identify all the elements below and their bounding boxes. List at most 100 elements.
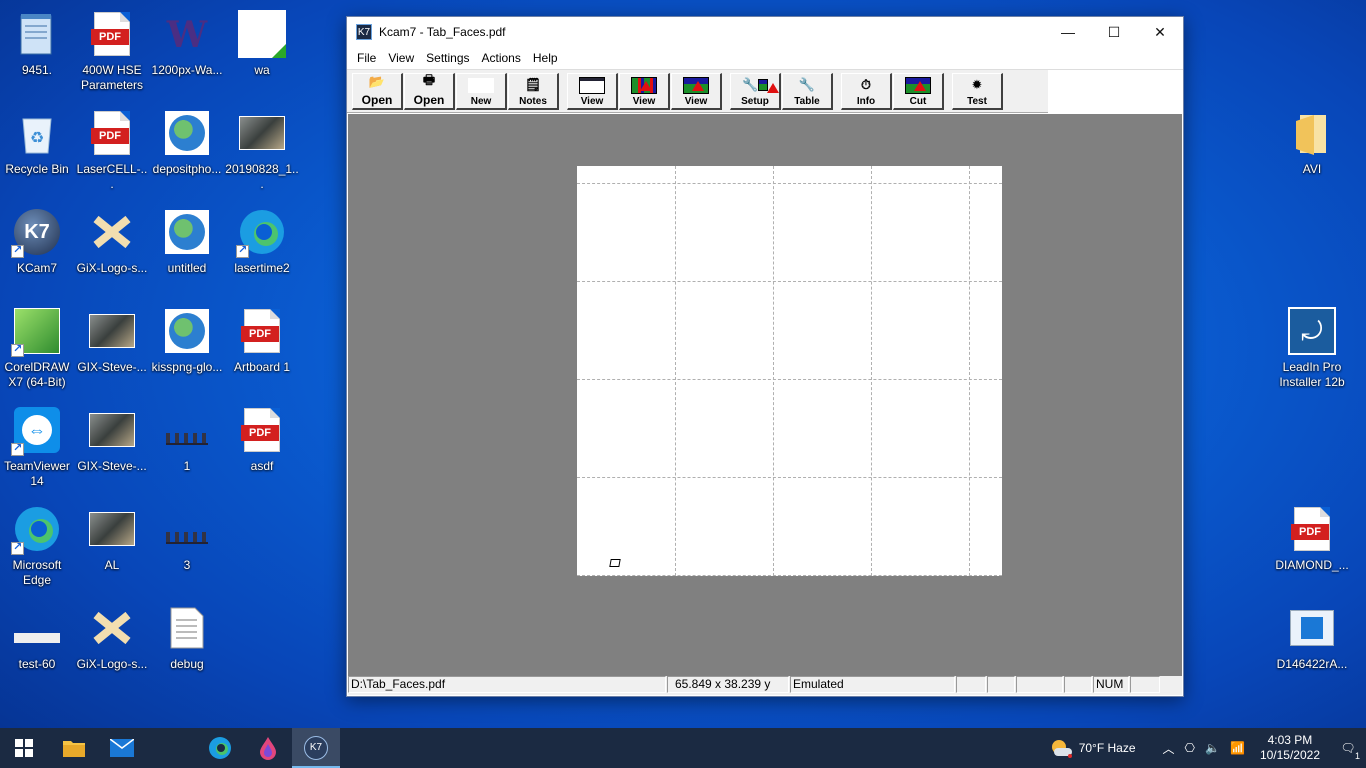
setup-button[interactable]: 🔧 Setup: [730, 72, 781, 110]
info-button[interactable]: ⏱ Info: [841, 72, 892, 110]
desktop-icon[interactable]: PDF DIAMOND_...: [1275, 499, 1349, 595]
menu-settings[interactable]: Settings: [420, 51, 475, 65]
weather-text[interactable]: 70°F Haze: [1074, 741, 1158, 755]
info-clock-icon: ⏱: [860, 77, 872, 92]
cut-image-icon: [905, 76, 931, 94]
desktop-icon[interactable]: Microsoft Edge: [0, 499, 74, 595]
new-button[interactable]: New: [456, 72, 507, 110]
table-button[interactable]: 🔧 Table: [782, 72, 833, 110]
desktop-icon[interactable]: AL: [75, 499, 149, 595]
taskbar-kcam7[interactable]: K7: [292, 728, 340, 768]
taskbar-mail[interactable]: [98, 728, 146, 768]
kcam-app-icon[interactable]: K7: [356, 24, 372, 40]
test-button[interactable]: ✹ Test: [952, 72, 1003, 110]
qr-code-icon: [238, 10, 286, 58]
desktop-icon[interactable]: 3: [150, 499, 224, 595]
menu-help[interactable]: Help: [527, 51, 564, 65]
desktop-icon[interactable]: GiX-Logo-s...: [75, 598, 149, 694]
speaker-icon[interactable]: 🔈: [1200, 741, 1225, 755]
toolbar-blank-area: [1048, 70, 1183, 113]
grid-line: [577, 477, 1002, 478]
desktop-icon[interactable]: lasertime2: [225, 202, 299, 298]
desktop-icon[interactable]: PDF Artboard 1: [225, 301, 299, 397]
desktop-icon-label: asdf: [250, 459, 274, 473]
desktop-icon-label: AVI: [1302, 162, 1322, 176]
desktop-icon-label: GiX-Logo-s...: [76, 261, 148, 275]
desktop-icon[interactable]: K7 KCam7: [0, 202, 74, 298]
weather-haze-icon[interactable]: [1050, 738, 1074, 758]
webcam-icon[interactable]: ⎔: [1180, 741, 1200, 755]
desktop-icon-label: LaserCELL-...: [76, 162, 148, 191]
desktop-icon[interactable]: ⇔ TeamViewer 14: [0, 400, 74, 496]
desktop-icon-label: 3: [183, 558, 191, 572]
desktop-icon-image: [11, 505, 61, 555]
menu-view[interactable]: View: [382, 51, 420, 65]
material-sheet[interactable]: [577, 166, 1002, 576]
desktop-icon-label: kisspng-glo...: [151, 360, 223, 374]
desktop-icon-label: DIAMOND_...: [1275, 558, 1349, 572]
maximize-button[interactable]: ☐: [1091, 17, 1137, 47]
desktop-icon[interactable]: PDF LaserCELL-...: [75, 103, 149, 199]
open-button[interactable]: 📂 Open: [352, 72, 403, 110]
desktop-icon-image: PDF: [88, 10, 136, 58]
gix-logo-icon: [93, 215, 131, 249]
taskbar-edge[interactable]: [196, 728, 244, 768]
taskbar-file-explorer[interactable]: [50, 728, 98, 768]
clock-time: 4:03 PM: [1267, 733, 1313, 747]
pdf-file-icon: PDF: [91, 111, 130, 155]
taskbar-paint[interactable]: [244, 728, 292, 768]
notifications-button[interactable]: 🗨 1: [1330, 741, 1366, 761]
clock[interactable]: 4:03 PM 10/15/2022: [1250, 733, 1330, 763]
grid-line: [577, 183, 1002, 184]
desktop-icon[interactable]: test-60: [0, 598, 74, 694]
desktop-icon-image: [88, 505, 136, 553]
desktop-icon-image: [238, 10, 286, 58]
desktop-icon-image: [163, 109, 211, 157]
desktop-icon-label: GIX-Steve-...: [77, 459, 147, 473]
desktop-icon[interactable]: PDF asdf: [225, 400, 299, 496]
view-button-2[interactable]: View: [619, 72, 670, 110]
desktop-icon[interactable]: GiX-Logo-s...: [75, 202, 149, 298]
cut-button[interactable]: Cut: [893, 72, 944, 110]
close-button[interactable]: ✕: [1137, 17, 1183, 47]
desktop-icon-image: [238, 109, 286, 157]
desktop-icon[interactable]: CorelDRAW X7 (64-Bit): [0, 301, 74, 397]
desktop-icon-label: CorelDRAW X7 (64-Bit): [4, 360, 70, 389]
desktop-icon[interactable]: untitled: [150, 202, 224, 298]
desktop-icon[interactable]: depositpho...: [150, 103, 224, 199]
drawing-canvas[interactable]: [348, 114, 1182, 676]
desktop-icon[interactable]: W 1200px-Wa...: [150, 4, 224, 100]
desktop-icon-image: [88, 208, 136, 256]
desktop-icon[interactable]: AVI: [1275, 103, 1349, 199]
start-button[interactable]: [0, 728, 48, 768]
desktop-icon-image: [88, 604, 136, 652]
desktop-icon[interactable]: 1: [150, 400, 224, 496]
title-bar[interactable]: K7 Kcam7 - Tab_Faces.pdf — ☐ ✕: [347, 17, 1183, 47]
desktop-icon[interactable]: ⤾ LeadIn Pro Installer 12b: [1275, 301, 1349, 397]
minimize-button[interactable]: —: [1045, 17, 1091, 47]
svg-text:♻: ♻: [30, 130, 44, 147]
desktop-icon[interactable]: D146422rA...: [1275, 598, 1349, 694]
chevron-up-icon[interactable]: ︿: [1158, 740, 1180, 757]
view-button-3[interactable]: View: [671, 72, 722, 110]
menu-file[interactable]: File: [351, 51, 382, 65]
desktop-icon[interactable]: ♻ Recycle Bin: [0, 103, 74, 199]
desktop-icon[interactable]: GIX-Steve-...: [75, 400, 149, 496]
text-file-icon: [170, 607, 204, 649]
photo-thumbnail-icon: [89, 314, 135, 348]
view-button-1[interactable]: View: [567, 72, 618, 110]
desktop-icon-image: [163, 406, 211, 454]
desktop-icon[interactable]: debug: [150, 598, 224, 694]
network-icon[interactable]: 📶: [1225, 741, 1250, 755]
status-num-lock: NUM: [1093, 676, 1129, 693]
desktop-icon[interactable]: 9451.: [0, 4, 74, 100]
notes-button[interactable]: 🗒 Notes: [508, 72, 559, 110]
desktop-icon[interactable]: PDF 400W HSE Parameters: [75, 4, 149, 100]
open-print-button[interactable]: 🖶 Open: [404, 72, 455, 110]
toolbar: 📂 Open 🖶 Open New 🗒 Notes View View View: [347, 69, 1183, 113]
desktop-icon[interactable]: kisspng-glo...: [150, 301, 224, 397]
desktop-icon[interactable]: GIX-Steve-...: [75, 301, 149, 397]
desktop-icon[interactable]: 20190828_1...: [225, 103, 299, 199]
menu-actions[interactable]: Actions: [476, 51, 527, 65]
desktop-icon[interactable]: wa: [225, 4, 299, 100]
